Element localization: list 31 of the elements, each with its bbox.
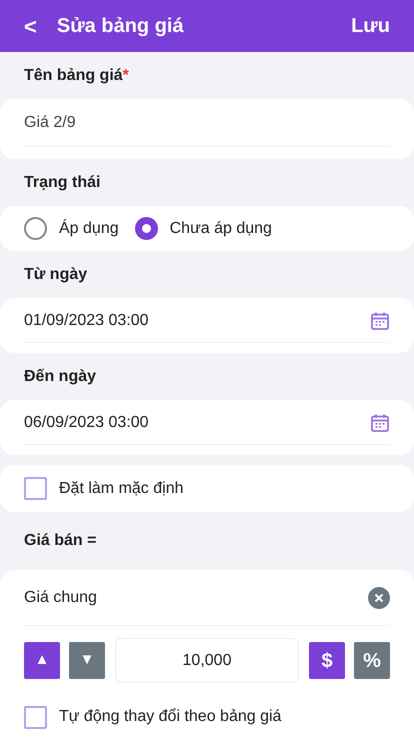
save-button[interactable]: Lưu [351, 11, 390, 41]
direction-button[interactable]: ▼ [69, 642, 105, 679]
field-label: Tên bảng giá* [24, 66, 129, 86]
radio-button[interactable] [134, 217, 158, 240]
field-label: Trạng thái [24, 172, 100, 192]
field-label: Từ ngày [24, 264, 88, 284]
checkbox[interactable] [24, 477, 47, 500]
unit-button[interactable]: $ [309, 642, 345, 679]
date-value: 01/09/2023 03:00 [24, 311, 150, 331]
amount-input[interactable]: 10,000 [115, 638, 299, 683]
date-field[interactable]: 01/09/2023 03:00 [0, 298, 414, 353]
radio-button[interactable] [24, 217, 47, 240]
direction-button[interactable]: ▲ [24, 642, 60, 679]
field-label: Giá bán = [24, 531, 96, 551]
radio-label: Áp dụng [59, 218, 119, 238]
calendar-icon[interactable] [370, 311, 390, 331]
checkbox-label: Đặt làm mặc định [59, 478, 184, 498]
field-label: Đến ngày [24, 366, 96, 386]
unit-button[interactable]: % [354, 642, 390, 679]
back-button[interactable]: < [24, 10, 37, 42]
radio-label: Chưa áp dụng [170, 218, 272, 238]
checkbox-label: Tự động thay đổi theo bảng giá [59, 707, 282, 727]
page-title: Sửa bảng giá [56, 14, 184, 39]
date-value: 06/09/2023 03:00 [24, 413, 150, 433]
base-price: Giá chung [24, 588, 98, 608]
field-value: Giá 2/9 [24, 112, 76, 132]
calendar-icon[interactable] [370, 413, 390, 433]
name-field[interactable]: Giá 2/9 [0, 99, 414, 159]
date-field[interactable]: 06/09/2023 03:00 [0, 400, 414, 455]
clear-icon[interactable] [368, 586, 390, 608]
checkbox[interactable] [24, 706, 47, 728]
